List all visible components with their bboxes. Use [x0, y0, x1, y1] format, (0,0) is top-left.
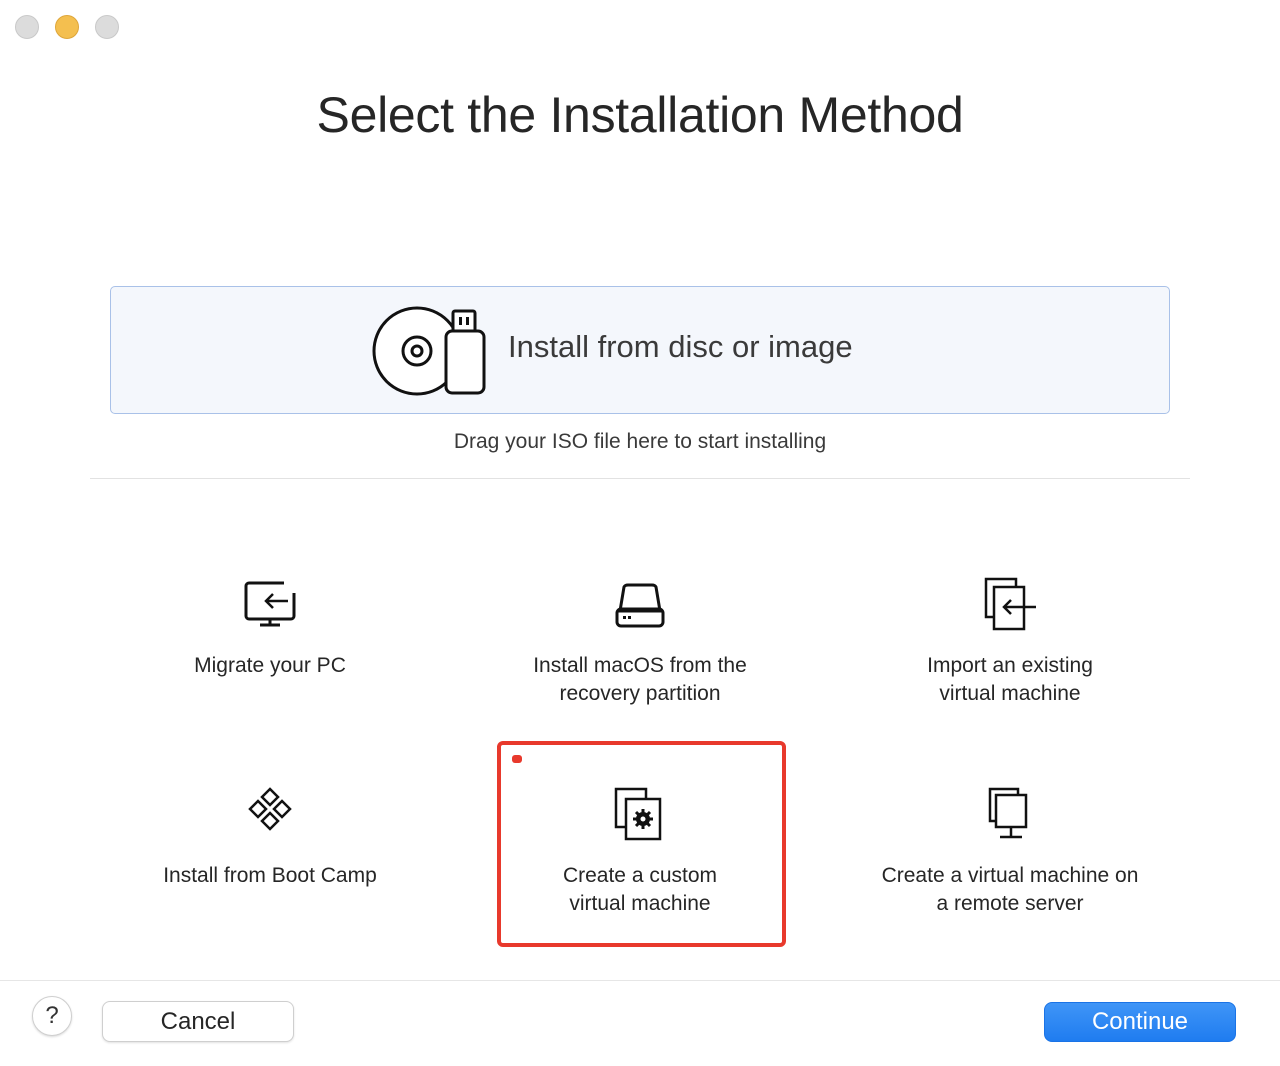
minimize-window-button[interactable]	[55, 15, 79, 39]
cancel-button[interactable]: Cancel	[102, 1001, 294, 1042]
remote-server-icon	[988, 787, 1028, 839]
option-label: Create a virtual machine on a remote serv…	[881, 864, 1139, 915]
zoom-window-button[interactable]	[95, 15, 119, 39]
option-remote-server-vm[interactable]: Create a virtual machine on a remote serv…	[860, 770, 1160, 970]
option-boot-camp[interactable]: Install from Boot Camp	[120, 770, 420, 970]
close-window-button[interactable]	[15, 15, 39, 39]
option-label: Create a custom virtual machine	[562, 864, 718, 915]
section-divider	[90, 478, 1190, 479]
option-import-vm[interactable]: Import an existing virtual machine	[860, 560, 1160, 760]
option-migrate-pc[interactable]: Migrate your PC	[120, 560, 420, 760]
continue-button[interactable]: Continue	[1044, 1002, 1236, 1042]
installer-window: Select the Installation Method Install f…	[0, 0, 1280, 1066]
drag-iso-hint: Drag your ISO file here to start install…	[453, 430, 827, 453]
option-label: Import an existing virtual machine	[927, 654, 1093, 705]
option-label: Install from Boot Camp	[163, 864, 377, 887]
migrate-pc-icon	[244, 579, 298, 627]
highlight-marker-dot	[512, 755, 522, 763]
import-vm-icon	[984, 577, 1036, 631]
help-button[interactable]: ?	[32, 996, 72, 1036]
option-label: Migrate your PC	[194, 654, 346, 677]
option-install-macos-recovery[interactable]: Install macOS from the recovery partition	[490, 560, 790, 760]
install-from-disc-dropzone[interactable]: Install from disc or image	[110, 286, 1170, 414]
dropzone-label: Install from disc or image	[508, 329, 853, 364]
page-title: Select the Installation Method	[316, 87, 964, 143]
option-label: Install macOS from the recovery partition	[533, 654, 747, 705]
boot-camp-icon	[248, 787, 292, 831]
option-create-custom-vm[interactable]: Create a custom virtual machine	[490, 770, 790, 970]
disc-and-usb-icon	[372, 306, 486, 396]
footer-divider	[0, 980, 1280, 981]
custom-vm-gear-icon	[614, 787, 662, 841]
hard-drive-icon	[615, 583, 665, 628]
